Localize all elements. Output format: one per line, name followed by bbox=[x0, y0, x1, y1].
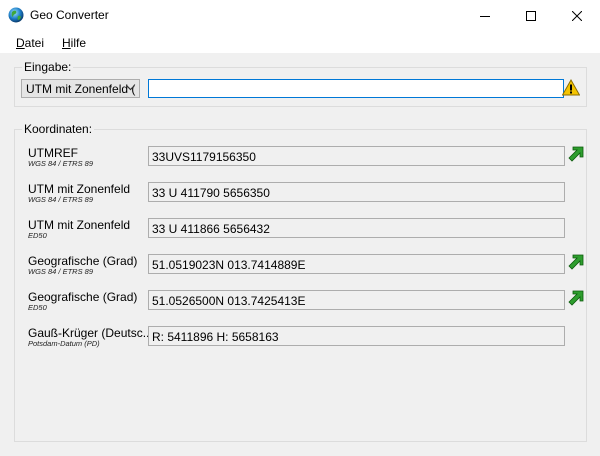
gauss-krueger-field[interactable]: R: 5411896 H: 5658163 bbox=[148, 326, 565, 346]
maximize-icon bbox=[526, 10, 536, 21]
koordinaten-group: Koordinaten: bbox=[14, 122, 587, 442]
maximize-button[interactable] bbox=[508, 0, 554, 31]
close-button[interactable] bbox=[554, 0, 600, 31]
title-bar[interactable]: Geo Converter bbox=[0, 0, 600, 32]
row-label: Gauß-Krüger (Deutsc... bbox=[28, 326, 153, 340]
eingabe-label: Eingabe: bbox=[22, 60, 74, 74]
minimize-button[interactable] bbox=[462, 0, 508, 31]
row-label: Geografische (Grad) bbox=[28, 290, 138, 304]
row-label: UTM mit Zonenfeld bbox=[28, 182, 131, 196]
minimize-icon bbox=[480, 15, 490, 17]
row-label: UTMREF bbox=[28, 146, 78, 160]
row-datum: Potsdam-Datum (PD) bbox=[28, 339, 100, 348]
menu-bar: Datei Hilfe bbox=[0, 31, 600, 53]
row-label: UTM mit Zonenfeld bbox=[28, 218, 131, 232]
row-label: Geografische (Grad) bbox=[28, 254, 138, 268]
arrow-up-right-icon[interactable] bbox=[568, 254, 584, 270]
utmref-wgs84-field[interactable]: 33UVS1179156350 bbox=[148, 146, 565, 166]
geo-deg-ed50-field[interactable]: 51.0526500N 013.7425413E bbox=[148, 290, 565, 310]
menu-hilfe[interactable]: Hilfe bbox=[62, 36, 86, 50]
window-title: Geo Converter bbox=[30, 8, 109, 22]
arrow-up-right-icon[interactable] bbox=[568, 146, 584, 162]
menu-datei[interactable]: Datei bbox=[16, 36, 44, 50]
row-datum: WGS 84 / ETRS 89 bbox=[28, 195, 94, 204]
utm-zone-ed50-field[interactable]: 33 U 411866 5656432 bbox=[148, 218, 565, 238]
close-icon bbox=[572, 10, 582, 21]
coordinate-input[interactable] bbox=[148, 79, 564, 98]
row-datum: WGS 84 / ETRS 89 bbox=[28, 267, 94, 276]
chevron-down-icon bbox=[126, 85, 135, 91]
row-datum: WGS 84 / ETRS 89 bbox=[28, 159, 94, 168]
row-datum: ED50 bbox=[28, 303, 47, 312]
input-format-select[interactable]: UTM mit Zonenfeld ( bbox=[21, 79, 140, 98]
utm-zone-wgs84-field[interactable]: 33 U 411790 5656350 bbox=[148, 182, 565, 202]
row-datum: ED50 bbox=[28, 231, 47, 240]
warning-icon bbox=[562, 79, 580, 96]
globe-icon bbox=[8, 7, 24, 23]
koordinaten-label: Koordinaten: bbox=[22, 122, 95, 136]
input-format-value: UTM mit Zonenfeld ( bbox=[26, 82, 136, 96]
arrow-up-right-icon[interactable] bbox=[568, 290, 584, 306]
geo-deg-wgs84-field[interactable]: 51.0519023N 013.7414889E bbox=[148, 254, 565, 274]
